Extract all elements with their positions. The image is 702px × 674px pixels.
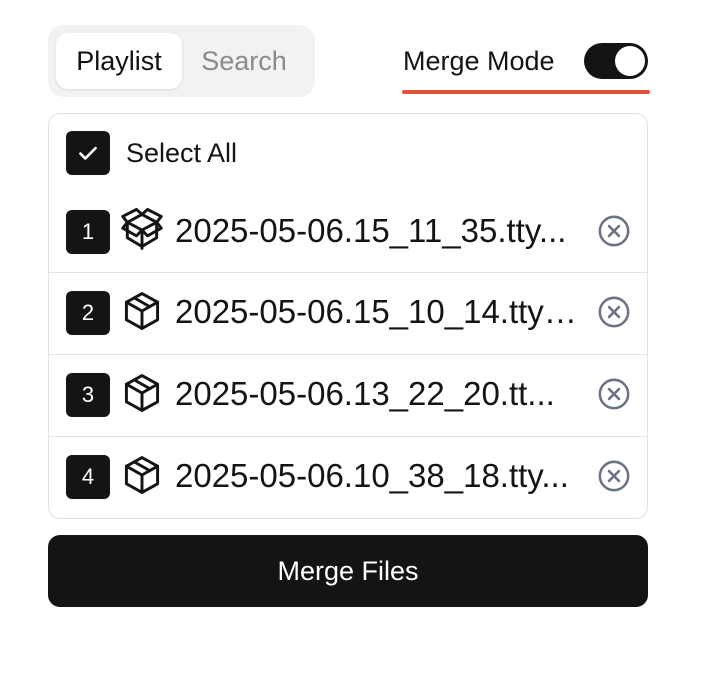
remove-file-icon[interactable] xyxy=(597,295,631,329)
merge-panel: Playlist Search Merge Mode Select All 1 xyxy=(0,0,702,674)
file-row[interactable]: 2 2025-05-06.15_10_14.ttyr... xyxy=(49,272,647,354)
remove-file-icon[interactable] xyxy=(597,214,631,248)
file-number-badge: 4 xyxy=(66,455,110,499)
select-all-checkbox[interactable] xyxy=(66,131,110,175)
file-list: Select All 1 2025-05-06.15_11_35.tty... … xyxy=(48,113,648,519)
tab-search[interactable]: Search xyxy=(184,33,304,89)
toggle-knob xyxy=(615,46,645,76)
package-open-icon xyxy=(121,208,163,250)
file-name: 2025-05-06.10_38_18.tty... xyxy=(175,457,569,494)
select-all-row[interactable]: Select All xyxy=(49,114,647,192)
tab-playlist[interactable]: Playlist xyxy=(56,33,182,89)
merge-mode-label: Merge Mode xyxy=(403,46,555,76)
select-all-label: Select All xyxy=(126,138,238,168)
file-number-badge: 2 xyxy=(66,291,110,335)
file-name: 2025-05-06.15_11_35.tty... xyxy=(175,212,567,249)
file-number-badge: 3 xyxy=(66,373,110,417)
file-row[interactable]: 3 2025-05-06.13_22_20.tt... xyxy=(49,354,647,436)
view-tabs: Playlist Search xyxy=(48,25,315,97)
remove-file-icon[interactable] xyxy=(597,459,631,493)
merge-mode-underline xyxy=(402,90,650,94)
file-row[interactable]: 4 2025-05-06.10_38_18.tty... xyxy=(49,436,647,518)
merge-files-button[interactable]: Merge Files xyxy=(48,535,648,607)
file-name: 2025-05-06.13_22_20.tt... xyxy=(175,375,555,412)
merge-mode-toggle[interactable] xyxy=(584,43,648,79)
merge-mode-control: Merge Mode xyxy=(402,40,650,96)
checkmark-icon xyxy=(79,146,97,160)
file-name: 2025-05-06.15_10_14.ttyr... xyxy=(175,293,577,330)
file-number-badge: 1 xyxy=(66,210,110,254)
package-icon xyxy=(124,456,160,494)
remove-file-icon[interactable] xyxy=(597,377,631,411)
file-row[interactable]: 1 2025-05-06.15_11_35.tty... xyxy=(49,192,647,274)
package-icon xyxy=(124,292,160,330)
package-icon xyxy=(124,374,160,412)
